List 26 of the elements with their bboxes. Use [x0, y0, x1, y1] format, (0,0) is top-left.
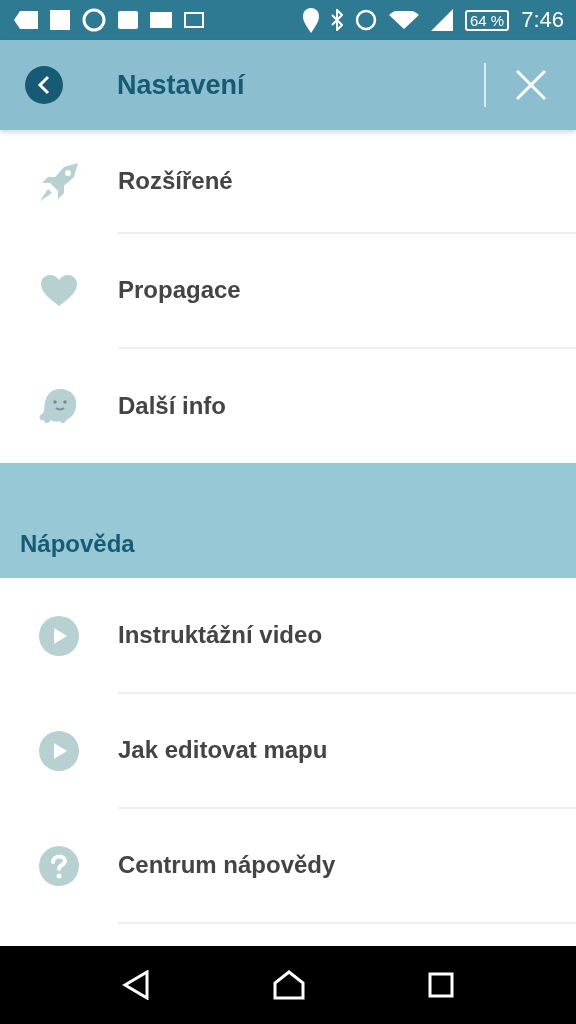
- location-icon: [302, 7, 319, 33]
- play-icon: [39, 730, 79, 771]
- help-icon: [39, 845, 79, 886]
- back-nav-icon[interactable]: [121, 970, 150, 1000]
- settings-item[interactable]: Instruktážní video: [118, 577, 576, 694]
- alarm-icon: [354, 9, 377, 31]
- clock-time: 7:46: [521, 7, 564, 33]
- section-header: Nápověda: [0, 463, 576, 578]
- back-button[interactable]: [25, 66, 63, 104]
- chevron-left-icon: [37, 75, 51, 95]
- recents-nav-icon[interactable]: [428, 972, 455, 998]
- rocket-icon: [38, 160, 80, 203]
- battery-indicator: 64 %: [464, 9, 510, 31]
- settings-item[interactable]: Další info: [118, 348, 576, 463]
- settings-item[interactable]: Centrum nápovědy: [118, 807, 576, 924]
- wifi-icon: [388, 11, 419, 29]
- signal-icon: [430, 9, 453, 31]
- bluetooth-icon: [330, 9, 343, 31]
- screen-title: Nastavení: [117, 69, 246, 101]
- home-nav-icon[interactable]: [273, 970, 305, 1000]
- settings-item[interactable]: Jak editovat mapu: [118, 692, 576, 809]
- heart-icon: [41, 274, 77, 307]
- play-icon: [39, 615, 79, 656]
- settings-item[interactable]: Rozšířené: [118, 129, 576, 234]
- settings-item[interactable]: Propagace: [118, 232, 576, 349]
- close-icon: [515, 69, 547, 101]
